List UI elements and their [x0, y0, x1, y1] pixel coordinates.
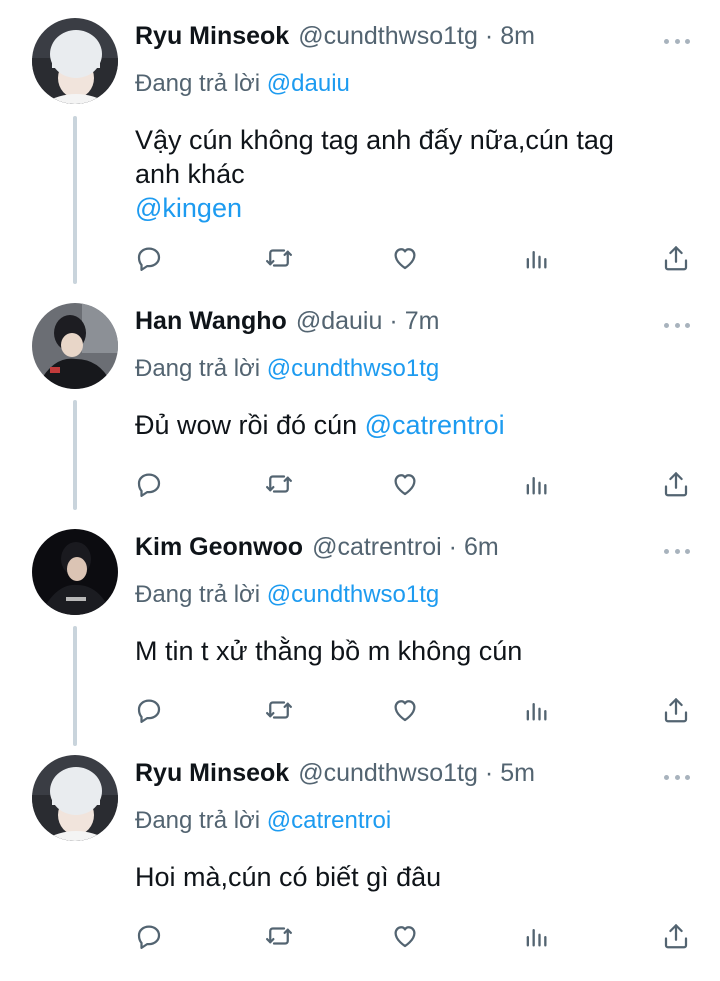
reply-prefix: Đang trả lời [135, 581, 261, 608]
reply-context: Đang trả lời @catrentroi [135, 807, 391, 835]
user-handle[interactable]: @cundthwso1tg [298, 759, 478, 788]
user-handle[interactable]: @cundthwso1tg [298, 22, 478, 51]
avatar-image [32, 18, 118, 104]
heart-icon[interactable] [385, 690, 425, 730]
share-icon[interactable] [656, 916, 696, 956]
tweet-text-line: Hoi mà,cún có biết gì đâu [135, 862, 442, 892]
tweet-text: Đủ wow rồi đó cún @catrentroi [135, 408, 505, 442]
retweet-icon[interactable] [259, 690, 299, 730]
more-icon[interactable] [664, 546, 690, 556]
display-name[interactable]: Ryu Minseok [135, 22, 289, 51]
share-icon[interactable] [656, 690, 696, 730]
reply-prefix: Đang trả lời [135, 355, 261, 382]
reply-icon[interactable] [129, 464, 169, 504]
views-icon[interactable] [516, 916, 556, 956]
tweet-text: Vậy cún không tag anh đấy nữa,cún tag an… [135, 123, 614, 225]
tweet[interactable]: Ryu Minseok @cundthwso1tg · 5m Đang trả … [0, 737, 720, 981]
avatar[interactable] [32, 755, 118, 841]
action-bar [0, 464, 720, 504]
display-name[interactable]: Han Wangho [135, 307, 287, 336]
more-icon[interactable] [664, 320, 690, 330]
avatar[interactable] [32, 529, 118, 615]
share-icon[interactable] [656, 464, 696, 504]
retweet-icon[interactable] [259, 238, 299, 278]
reply-context: Đang trả lời @cundthwso1tg [135, 581, 439, 609]
timestamp[interactable]: 8m [500, 22, 535, 51]
tweet-text: Hoi mà,cún có biết gì đâu [135, 860, 441, 894]
action-bar [0, 238, 720, 278]
action-bar [0, 916, 720, 956]
avatar-image [32, 529, 118, 615]
avatar[interactable] [32, 18, 118, 104]
timestamp[interactable]: 6m [464, 533, 499, 562]
avatar-image [32, 755, 118, 841]
heart-icon[interactable] [385, 464, 425, 504]
mention-link[interactable]: @catrentroi [365, 410, 505, 440]
separator-dot: · [484, 759, 494, 787]
separator-dot: · [484, 22, 494, 50]
action-bar [0, 690, 720, 730]
tweet-text-line: Vậy cún không tag anh đấy nữa,cún tag [135, 125, 614, 155]
views-icon[interactable] [516, 690, 556, 730]
heart-icon[interactable] [385, 238, 425, 278]
reply-context: Đang trả lời @dauiu [135, 70, 350, 98]
reply-context: Đang trả lời @cundthwso1tg [135, 355, 439, 383]
timestamp[interactable]: 5m [500, 759, 535, 788]
user-handle[interactable]: @catrentroi [312, 533, 442, 562]
reply-icon[interactable] [129, 916, 169, 956]
reply-to-mention[interactable]: @cundthwso1tg [267, 355, 439, 382]
mention-link[interactable]: @kingen [135, 191, 614, 225]
tweet-text: M tin t xử thằng bồ m không cún [135, 634, 522, 668]
tweet-text-line: M tin t xử thằng bồ m không cún [135, 636, 523, 666]
display-name[interactable]: Ryu Minseok [135, 759, 289, 788]
tweet-text-content: Đủ wow rồi đó cún [135, 410, 358, 440]
share-icon[interactable] [656, 238, 696, 278]
reply-icon[interactable] [129, 238, 169, 278]
user-handle[interactable]: @dauiu [296, 307, 383, 336]
views-icon[interactable] [516, 238, 556, 278]
display-name[interactable]: Kim Geonwoo [135, 533, 303, 562]
reply-to-mention[interactable]: @catrentroi [267, 807, 391, 834]
avatar-image [32, 303, 118, 389]
more-icon[interactable] [664, 36, 690, 46]
tweet-header: Ryu Minseok @cundthwso1tg · 8m [135, 22, 690, 58]
tweet-text-line: Đủ wow rồi đó cún @catrentroi [135, 408, 505, 442]
reply-prefix: Đang trả lời [135, 70, 261, 97]
reply-to-mention[interactable]: @cundthwso1tg [267, 581, 439, 608]
reply-to-mention[interactable]: @dauiu [267, 70, 350, 97]
tweet[interactable]: Ryu Minseok @cundthwso1tg · 8m Đang trả … [0, 0, 720, 290]
reply-prefix: Đang trả lời [135, 807, 261, 834]
heart-icon[interactable] [385, 916, 425, 956]
tweet-text-line: anh khác [135, 159, 245, 189]
avatar[interactable] [32, 303, 118, 389]
views-icon[interactable] [516, 464, 556, 504]
more-icon[interactable] [664, 772, 690, 782]
retweet-icon[interactable] [259, 464, 299, 504]
retweet-icon[interactable] [259, 916, 299, 956]
tweet-header: Han Wangho @dauiu · 7m [135, 307, 690, 343]
tweet[interactable]: Kim Geonwoo @catrentroi · 6m Đang trả lờ… [0, 511, 720, 736]
tweet[interactable]: Han Wangho @dauiu · 7m Đang trả lời @cun… [0, 285, 720, 510]
separator-dot: · [448, 533, 457, 561]
reply-icon[interactable] [129, 690, 169, 730]
timestamp[interactable]: 7m [405, 307, 440, 336]
tweet-header: Ryu Minseok @cundthwso1tg · 5m [135, 759, 690, 795]
tweet-header: Kim Geonwoo @catrentroi · 6m [135, 533, 690, 569]
separator-dot: · [389, 307, 398, 335]
